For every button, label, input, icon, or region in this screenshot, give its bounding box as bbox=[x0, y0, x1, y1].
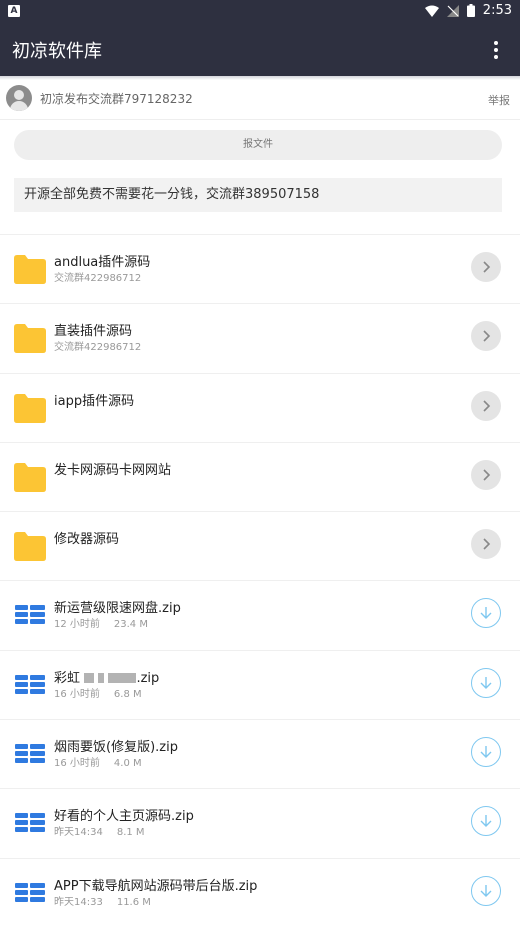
file-row[interactable]: 好看的个人主页源码.zip 昨天14:34 8.1 M bbox=[0, 788, 520, 857]
chevron-right-icon[interactable] bbox=[471, 252, 501, 282]
file-name: 新运营级限速网盘.zip bbox=[54, 601, 181, 617]
chevron-right-icon[interactable] bbox=[471, 529, 501, 560]
app-bar-shadow bbox=[0, 76, 520, 80]
battery-icon bbox=[466, 4, 475, 17]
page-title: 初凉软件库 bbox=[12, 41, 102, 62]
folder-row[interactable]: andlua插件源码 交流群422986712 bbox=[0, 234, 520, 303]
report-file-button[interactable]: 报文件 bbox=[14, 130, 502, 160]
sharer-name: 初凉发布交流群797128232 bbox=[40, 92, 193, 106]
folder-icon bbox=[14, 393, 46, 423]
file-size: 8.1 M bbox=[116, 827, 145, 839]
download-icon[interactable] bbox=[471, 598, 501, 629]
file-name: 彩虹 .zip bbox=[54, 667, 159, 686]
folder-row[interactable]: iapp插件源码 bbox=[0, 372, 520, 442]
file-size: 4.0 M bbox=[113, 758, 142, 770]
folder-name: andlua插件源码 bbox=[54, 255, 151, 270]
folder-subtitle: 交流群422986712 bbox=[54, 342, 142, 354]
folder-name: 修改器源码 bbox=[54, 532, 120, 548]
download-icon[interactable] bbox=[471, 806, 501, 837]
file-time: 16 小时前 bbox=[54, 758, 100, 770]
wifi-icon bbox=[424, 5, 439, 17]
status-time: 2:53 bbox=[482, 3, 512, 18]
app-notification-icon: A bbox=[8, 5, 20, 17]
file-row[interactable]: APP下载导航网站源码带后台版.zip 昨天14:33 11.6 M bbox=[0, 857, 520, 927]
avatar[interactable] bbox=[6, 85, 32, 111]
file-name: 烟雨要饭(修复版).zip bbox=[54, 740, 178, 756]
zip-file-icon bbox=[15, 674, 45, 694]
download-icon[interactable] bbox=[471, 667, 501, 698]
folder-row[interactable]: 直装插件源码 交流群422986712 bbox=[0, 303, 520, 372]
download-icon[interactable] bbox=[471, 737, 501, 768]
file-name-visible: 彩虹 bbox=[54, 670, 81, 686]
zip-file-icon bbox=[15, 882, 45, 902]
chevron-right-icon[interactable] bbox=[471, 321, 501, 352]
file-row[interactable]: 新运营级限速网盘.zip 12 小时前 23.4 M bbox=[0, 580, 520, 649]
file-row[interactable]: 烟雨要饭(修复版).zip 16 小时前 4.0 M bbox=[0, 719, 520, 788]
file-size: 6.8 M bbox=[113, 688, 142, 700]
folder-icon bbox=[14, 255, 46, 284]
file-name: APP下载导航网站源码带后台版.zip bbox=[54, 878, 258, 894]
folder-name: 直装插件源码 bbox=[54, 324, 133, 340]
chevron-right-icon[interactable] bbox=[471, 390, 501, 421]
folder-name: iapp插件源码 bbox=[54, 393, 135, 409]
folder-name: 发卡网源码卡网网站 bbox=[54, 462, 172, 478]
zip-file-icon bbox=[15, 744, 45, 764]
file-size: 23.4 M bbox=[113, 619, 148, 631]
file-name-suffix: .zip bbox=[136, 670, 160, 686]
no-signal-icon bbox=[446, 4, 459, 17]
report-button[interactable]: 举报 bbox=[488, 92, 510, 108]
download-icon[interactable] bbox=[471, 875, 501, 906]
folder-icon bbox=[14, 324, 46, 354]
folder-row[interactable]: 修改器源码 bbox=[0, 511, 520, 580]
folder-subtitle: 交流群422986712 bbox=[54, 273, 142, 284]
file-row[interactable]: 彩虹 .zip 16 小时前 6.8 M bbox=[0, 649, 520, 719]
file-time: 12 小时前 bbox=[54, 619, 100, 631]
zip-file-icon bbox=[15, 605, 45, 625]
more-vert-icon[interactable] bbox=[490, 38, 502, 62]
chevron-right-icon[interactable] bbox=[471, 459, 501, 490]
status-bar: A 2:53 bbox=[0, 0, 520, 24]
file-time: 昨天14:33 bbox=[54, 896, 103, 908]
folder-icon bbox=[14, 532, 46, 562]
file-time: 16 小时前 bbox=[54, 688, 100, 700]
sharer-row: 初凉发布交流群797128232 举报 bbox=[0, 82, 520, 120]
redacted-mask bbox=[80, 671, 137, 686]
file-size: 11.6 M bbox=[116, 896, 151, 908]
file-time: 昨天14:34 bbox=[54, 827, 103, 839]
folder-icon bbox=[14, 462, 46, 492]
zip-file-icon bbox=[15, 813, 45, 833]
file-name: 好看的个人主页源码.zip bbox=[54, 809, 194, 825]
notice-text: 开源全部免费不需要花一分钱，交流群389507158 bbox=[14, 178, 502, 212]
file-list: andlua插件源码 交流群422986712 直装插件源码 交流群422986… bbox=[0, 234, 520, 927]
app-bar: 初凉软件库 bbox=[0, 24, 520, 76]
folder-row[interactable]: 发卡网源码卡网网站 bbox=[0, 441, 520, 511]
